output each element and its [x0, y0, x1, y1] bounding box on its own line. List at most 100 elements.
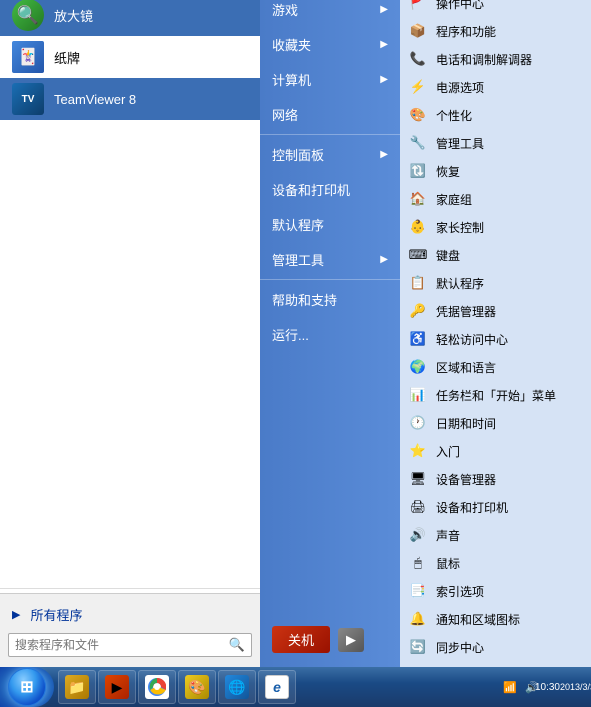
mid-item-help[interactable]: 帮助和支持 [260, 282, 400, 317]
mid-item-default-prog[interactable]: 默认程序 [260, 207, 400, 242]
intro2-label: 入门 [436, 443, 460, 460]
mid-item-games[interactable]: 游戏 ▶ [260, 0, 400, 27]
file-manager-icon: 📁 [65, 675, 89, 699]
middle-panel: 电脑人人有 ▶ 文档 ▶ 图片 ▶ 音乐 视频 下载 ▶ 视频 游戏 ▶ [260, 0, 400, 667]
right-item-sync[interactable]: 🔄 同步中心 [400, 633, 591, 661]
power-icon: ⚡ [408, 77, 428, 97]
parental-label: 家长控制 [436, 219, 484, 236]
devices-label: 设备和打印机 [272, 180, 350, 199]
region-icon: 🌍 [408, 357, 428, 377]
sync-icon: 🔄 [408, 637, 428, 657]
right-item-parental[interactable]: 👶 家长控制 [400, 213, 591, 241]
programs-label: 程序和功能 [436, 23, 496, 40]
right-item-devmgr[interactable]: 🖥 设备管理器 [400, 465, 591, 493]
parental-icon: 👶 [408, 217, 428, 237]
right-item-intro2[interactable]: ⭐ 入门 [400, 437, 591, 465]
mid-item-run[interactable]: 运行... [260, 317, 400, 352]
menu-item-teamviewer[interactable]: TV TeamViewer 8 [0, 78, 260, 120]
taskbar-item-chrome[interactable] [138, 670, 176, 704]
shutdown-arrow-button[interactable]: ▶ [338, 628, 364, 652]
sound-icon: 🔊 [408, 525, 428, 545]
all-programs-button[interactable]: ▶ 所有程序 [0, 600, 260, 629]
notif-icon: 🔔 [408, 609, 428, 629]
indexing-label: 索引选项 [436, 583, 484, 600]
network-label: 网络 [272, 105, 298, 124]
right-item-sound[interactable]: 🔊 声音 [400, 521, 591, 549]
taskbar-item-media[interactable]: ▶ [98, 670, 136, 704]
mouse-label: 鼠标 [436, 555, 460, 572]
start-button[interactable]: ⊞ [0, 667, 54, 707]
homegroup-icon: 🏠 [408, 189, 428, 209]
right-item-default-programs[interactable]: 📋 默认程序 [400, 269, 591, 297]
taskbar-item-file[interactable]: 📁 [58, 670, 96, 704]
search-bar[interactable]: 🔍 [8, 633, 252, 657]
right-item-credential[interactable]: 🔑 凭据管理器 [400, 297, 591, 325]
left-panel: ⭐ 入门 ▶ ▶ Windows Media Center 📝 便笺 ▶ [0, 0, 260, 667]
restore-icon: 🔃 [408, 161, 428, 181]
right-item-programs[interactable]: 📦 程序和功能 [400, 17, 591, 45]
teamviewer-label: TeamViewer 8 [54, 92, 248, 107]
region-label: 区域和语言 [436, 359, 496, 376]
right-item-devprint[interactable]: 🖨 设备和打印机 [400, 493, 591, 521]
credential-icon: 🔑 [408, 301, 428, 321]
mid-item-control[interactable]: 控制面板 ▶ [260, 137, 400, 172]
manage-label: 管理工具 [436, 135, 484, 152]
right-item-power[interactable]: ⚡ 电源选项 [400, 73, 591, 101]
homegroup-label: 家庭组 [436, 191, 472, 208]
manage-label: 管理工具 [272, 250, 324, 269]
mid-item-favorites[interactable]: 收藏夹 ▶ [260, 27, 400, 62]
taskbar-item-net[interactable]: 🌐 [218, 670, 256, 704]
mid-sep-2 [260, 134, 400, 135]
mid-sep-3 [260, 279, 400, 280]
ie-icon: e [265, 675, 289, 699]
taskbar: ⊞ 📁 ▶ 🎨 🌐 [0, 667, 591, 707]
right-item-homegroup[interactable]: 🏠 家庭组 [400, 185, 591, 213]
right-panel: 🌐 Internet 选项 N NVIDIA 控制面板 🖥 RemoteApp … [400, 0, 591, 667]
right-item-region[interactable]: 🌍 区域和语言 [400, 353, 591, 381]
taskbar-item-paint[interactable]: 🎨 [178, 670, 216, 704]
solitaire-label: 纸牌 [54, 48, 248, 67]
credential-label: 凭据管理器 [436, 303, 496, 320]
tray-clock: 10:30 [535, 682, 560, 693]
start-menu: ⭐ 入门 ▶ ▶ Windows Media Center 📝 便笺 ▶ [0, 0, 591, 667]
right-item-personalize[interactable]: 🎨 个性化 [400, 101, 591, 129]
teamviewer-icon: TV [12, 83, 44, 115]
mid-item-devices[interactable]: 设备和打印机 [260, 172, 400, 207]
mid-item-computer[interactable]: 计算机 ▶ [260, 62, 400, 97]
mid-spacer [260, 352, 400, 620]
right-item-keyboard[interactable]: ⌨ 键盘 [400, 241, 591, 269]
taskbar-items: 📁 ▶ 🎨 🌐 e [54, 670, 495, 704]
right-item-mouse[interactable]: 🖱 鼠标 [400, 549, 591, 577]
right-item-restore[interactable]: 🔃 恢复 [400, 157, 591, 185]
datetime-icon: 🕐 [408, 413, 428, 433]
left-separator [0, 588, 260, 589]
right-item-indexing[interactable]: 📑 索引选项 [400, 577, 591, 605]
manage-arrow: ▶ [380, 254, 388, 265]
search-input[interactable] [15, 638, 225, 652]
devmgr-label: 设备管理器 [436, 471, 496, 488]
taskbar-item-ie[interactable]: e [258, 670, 296, 704]
right-item-action[interactable]: 🚩 操作中心 [400, 0, 591, 17]
tray-network-icon: 📶 [501, 678, 519, 696]
menu-item-solitaire[interactable]: 🃏 纸牌 [0, 36, 260, 78]
left-panel-bottom: ▶ 所有程序 🔍 [0, 593, 260, 667]
default-prog-label: 默认程序 [272, 215, 324, 234]
restore-label: 恢复 [436, 163, 460, 180]
mid-item-manage[interactable]: 管理工具 ▶ [260, 242, 400, 277]
help-label: 帮助和支持 [272, 290, 337, 309]
right-item-phone[interactable]: 📞 电话和调制解调器 [400, 45, 591, 73]
programs-icon: 📦 [408, 21, 428, 41]
games-label: 游戏 [272, 0, 298, 19]
taskbar-start-label: 任务栏和「开始」菜单 [436, 387, 556, 404]
shutdown-button[interactable]: 关机 [272, 626, 330, 653]
menu-item-magnifier[interactable]: 🔍 放大镜 [0, 0, 260, 36]
right-item-taskbar-start[interactable]: 📊 任务栏和「开始」菜单 [400, 381, 591, 409]
net-icon: 🌐 [225, 675, 249, 699]
right-item-datetime[interactable]: 🕐 日期和时间 [400, 409, 591, 437]
mid-item-network[interactable]: 网络 [260, 97, 400, 132]
tray-time: 10:30 2013/3/3 [545, 678, 585, 696]
right-item-manage[interactable]: 🔧 管理工具 [400, 129, 591, 157]
favorites-label: 收藏夹 [272, 35, 311, 54]
right-item-ease[interactable]: ♿ 轻松访问中心 [400, 325, 591, 353]
right-item-notif[interactable]: 🔔 通知和区域图标 [400, 605, 591, 633]
